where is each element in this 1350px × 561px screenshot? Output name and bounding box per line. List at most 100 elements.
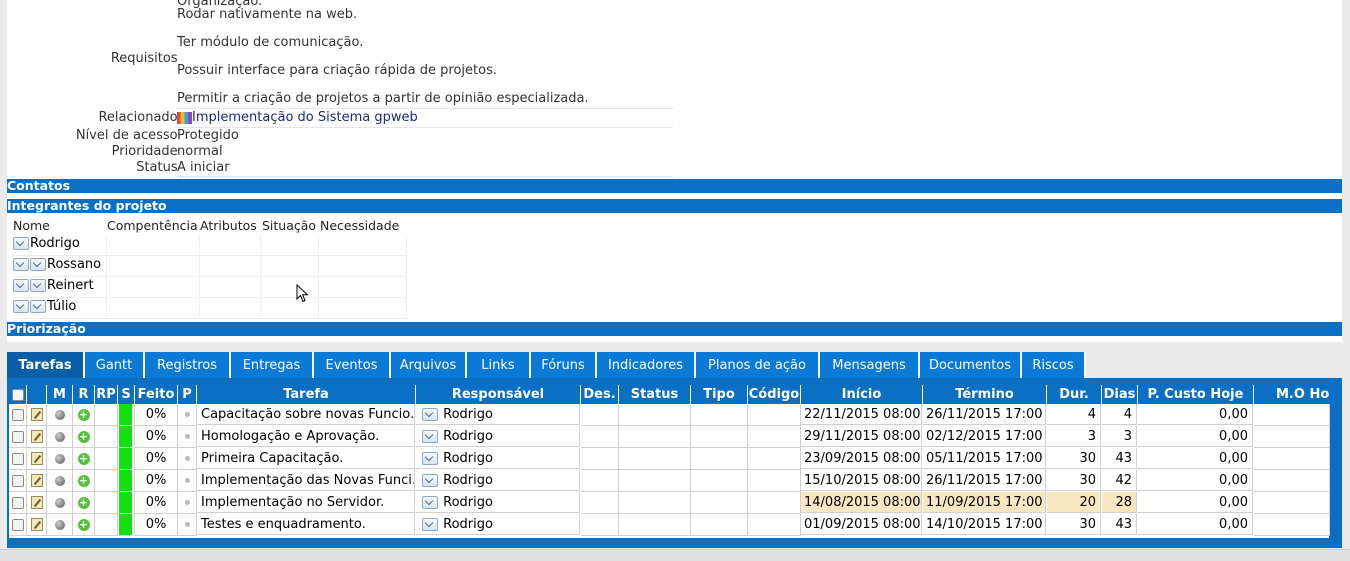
expand-icon[interactable] <box>13 258 29 271</box>
responsavel-name[interactable]: Rodrigo <box>443 429 493 444</box>
expand-icon[interactable] <box>422 430 438 443</box>
tab-registros[interactable]: Registros <box>145 352 231 378</box>
edit-cell <box>27 470 47 492</box>
header-responsavel[interactable]: Responsável <box>416 385 581 404</box>
responsavel-name[interactable]: Rodrigo <box>443 451 493 466</box>
expand-icon[interactable] <box>30 258 46 271</box>
tab-riscos[interactable]: Riscos <box>1022 352 1086 378</box>
tab-indicadores[interactable]: Indicadores <box>597 352 696 378</box>
add-icon[interactable]: + <box>77 452 90 465</box>
marker-icon[interactable] <box>54 431 65 442</box>
header-m[interactable]: M <box>47 385 73 404</box>
section-contatos[interactable]: Contatos <box>7 179 1342 193</box>
expand-icon[interactable] <box>422 496 438 509</box>
tab-tarefas[interactable]: Tarefas <box>7 352 85 378</box>
edit-icon[interactable] <box>30 452 43 465</box>
tarefa-cell[interactable]: Capacitação sobre novas Funcio… <box>197 404 415 425</box>
header-r[interactable]: R <box>73 385 95 404</box>
tab-foruns[interactable]: Fóruns <box>531 352 597 378</box>
tab-links[interactable]: Links <box>467 352 531 378</box>
marker-icon[interactable] <box>54 497 65 508</box>
edit-icon[interactable] <box>30 408 43 421</box>
responsavel-name[interactable]: Rodrigo <box>443 495 493 510</box>
expand-icon[interactable] <box>13 237 29 250</box>
select-all-header[interactable] <box>9 385 27 404</box>
responsavel-name[interactable]: Rodrigo <box>443 407 493 422</box>
add-icon[interactable]: + <box>77 474 90 487</box>
header-codigo[interactable]: Código <box>748 385 801 404</box>
expand-icon[interactable] <box>422 518 438 531</box>
add-icon[interactable]: + <box>77 518 90 531</box>
row-checkbox[interactable] <box>11 518 24 531</box>
row-checkbox[interactable] <box>11 474 24 487</box>
row-checkbox[interactable] <box>11 408 24 421</box>
row-checkbox[interactable] <box>11 452 24 465</box>
table-row[interactable]: +0% Homologação e Aprovação. Rodrigo 29/11… <box>9 426 1330 448</box>
expand-icon[interactable] <box>30 279 46 292</box>
tab-documentos[interactable]: Documentos <box>920 352 1022 378</box>
marker-icon[interactable] <box>54 409 65 420</box>
relacionado-link[interactable]: Implementação do Sistema gpweb <box>177 110 673 128</box>
row-select-cell <box>9 404 27 426</box>
expand-icon[interactable] <box>13 279 29 292</box>
tab-mensagens[interactable]: Mensagens <box>820 352 920 378</box>
header-feito[interactable]: Feito <box>135 385 178 404</box>
row-checkbox[interactable] <box>11 430 24 443</box>
header-tipo[interactable]: Tipo <box>691 385 748 404</box>
edit-icon[interactable] <box>30 518 43 531</box>
marker-icon[interactable] <box>54 453 65 464</box>
header-mo-hoje[interactable]: M.O Hoj <box>1254 385 1329 404</box>
add-icon[interactable]: + <box>77 496 90 509</box>
expand-icon[interactable] <box>30 300 46 313</box>
table-row[interactable]: +0% Implementação no Servidor. Rodrigo 14/… <box>9 492 1330 514</box>
marker-icon[interactable] <box>54 475 65 486</box>
header-p[interactable]: P <box>178 385 197 404</box>
tarefa-cell[interactable]: Testes e enquadramento. <box>197 514 415 535</box>
responsavel-name[interactable]: Rodrigo <box>443 517 493 532</box>
tab-arquivos[interactable]: Arquivos <box>391 352 467 378</box>
table-row[interactable]: +0% Primeira Capacitação. Rodrigo 23/09/20… <box>9 448 1330 470</box>
expand-icon[interactable] <box>13 300 29 313</box>
section-priorizacao[interactable]: Priorização <box>7 322 1342 336</box>
header-status[interactable]: Status <box>619 385 691 404</box>
row-select-cell <box>9 492 27 514</box>
tab-gantt[interactable]: Gantt <box>85 352 145 378</box>
table-row[interactable]: +0% Capacitação sobre novas Funcio… Rodri… <box>9 404 1330 426</box>
header-inicio[interactable]: Início <box>801 385 923 404</box>
expand-icon[interactable] <box>422 452 438 465</box>
horizontal-scrollbar[interactable] <box>0 549 1350 561</box>
expand-icon[interactable] <box>422 474 438 487</box>
edit-icon[interactable] <box>30 474 43 487</box>
header-s[interactable]: S <box>118 385 135 404</box>
section-integrantes[interactable]: Integrantes do projeto <box>7 199 1342 213</box>
relacionado-value[interactable]: Implementação do Sistema gpweb <box>192 110 418 125</box>
header-dias[interactable]: Dias <box>1102 385 1138 404</box>
responsavel-name[interactable]: Rodrigo <box>443 473 493 488</box>
expand-icon[interactable] <box>422 408 438 421</box>
marker-icon[interactable] <box>54 519 65 530</box>
header-p-custo-hoje[interactable]: P. Custo Hoje <box>1138 385 1254 404</box>
tarefa-cell[interactable]: Implementação no Servidor. <box>197 492 415 513</box>
header-termino[interactable]: Término <box>923 385 1047 404</box>
codigo-cell <box>748 448 801 470</box>
tarefa-cell[interactable]: Implementação das Novas Funci… <box>197 470 415 491</box>
tab-entregas[interactable]: Entregas <box>231 352 314 378</box>
tab-eventos[interactable]: Eventos <box>314 352 391 378</box>
priority-dot-icon <box>184 478 190 483</box>
tarefa-cell[interactable]: Homologação e Aprovação. <box>197 426 415 447</box>
edit-icon[interactable] <box>30 430 43 443</box>
table-row[interactable]: +0% Implementação das Novas Funci… Rodrig… <box>9 470 1330 492</box>
row-checkbox[interactable] <box>11 496 24 509</box>
header-dur[interactable]: Dur. <box>1047 385 1102 404</box>
tab-planos-de-acao[interactable]: Planos de ação <box>696 352 820 378</box>
add-icon[interactable]: + <box>77 408 90 421</box>
select-all-checkbox[interactable] <box>11 388 24 401</box>
edit-icon[interactable] <box>30 496 43 509</box>
tarefa-cell[interactable]: Primeira Capacitação. <box>197 448 415 469</box>
table-row[interactable]: +0% Testes e enquadramento. Rodrigo 01/09/… <box>9 514 1330 536</box>
header-rp[interactable]: RP <box>95 385 118 404</box>
status-row: Status: A iniciar <box>7 160 682 177</box>
add-icon[interactable]: + <box>77 430 90 443</box>
header-des[interactable]: Des. <box>581 385 619 404</box>
header-tarefa[interactable]: Tarefa <box>197 385 416 404</box>
